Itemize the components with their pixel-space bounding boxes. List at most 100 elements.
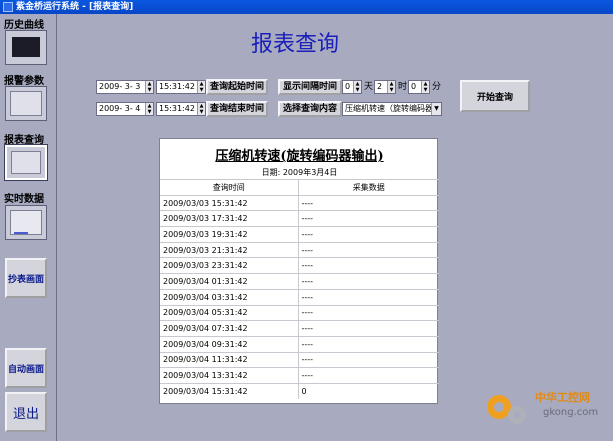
collected-data-cell: ---- <box>298 351 439 368</box>
interval-days-value: 0 <box>345 82 351 91</box>
query-time-cell: 2009/03/04 09:31:42 <box>160 335 299 353</box>
interval-hours-value: 2 <box>377 82 383 91</box>
end-date-picker[interactable]: 2009- 3- 4 ▲ ▼ <box>96 102 154 116</box>
collected-data-cell: ---- <box>298 367 439 384</box>
query-time-cell: 2009/03/04 07:31:42 <box>160 320 299 337</box>
auto-screen-button[interactable]: 自动画面 <box>5 348 47 388</box>
collected-data-cell: ---- <box>298 320 439 337</box>
table-row: 2009/03/03 23:31:42 ---- <box>160 257 439 274</box>
copy-table-button[interactable]: 抄表画面 <box>5 258 47 298</box>
sidebar-item-alarm-params[interactable] <box>5 86 47 121</box>
collected-data-cell: ---- <box>298 210 439 227</box>
watermark-text: 中华工控网 <box>535 391 590 404</box>
collected-data-cell: ---- <box>298 335 439 353</box>
unit-minute-label: 分 <box>432 82 442 92</box>
column-header-collected-data: 采集数据 <box>298 179 439 196</box>
select-content-button[interactable]: 选择查询内容 <box>278 101 342 117</box>
start-time-spin-icon[interactable]: ▲ ▼ <box>197 81 205 93</box>
query-time-cell: 2009/03/03 15:31:42 <box>160 194 299 211</box>
collected-data-cell: ---- <box>298 194 439 211</box>
table-row: 2009/03/03 19:31:42 ---- <box>160 226 439 243</box>
report-date-value: 2009年3月4日 <box>282 168 338 177</box>
gear-logo-icon <box>487 395 526 424</box>
interval-minutes-spin-icon[interactable]: ▲ ▼ <box>421 81 429 93</box>
table-header-row: 查询时间 采集数据 <box>160 179 439 196</box>
history-curve-thumbnail-icon <box>12 37 40 57</box>
start-time-value: 15:31:42 <box>159 82 195 91</box>
query-time-cell: 2009/03/04 13:31:42 <box>160 367 299 384</box>
column-header-query-time: 查询时间 <box>160 179 299 196</box>
exit-button[interactable]: 退出 <box>5 392 47 432</box>
collected-data-cell: ---- <box>298 288 439 305</box>
unit-day-label: 天 <box>364 82 374 92</box>
run-query-button[interactable]: 开始查询 <box>460 80 530 112</box>
report-panel: 压缩机转速(旋转编码器输出) 日期: 2009年3月4日 查询时间 采集数据 2… <box>159 138 439 404</box>
report-query-thumbnail-icon <box>11 151 41 174</box>
collected-data-cell: ---- <box>298 226 439 243</box>
sidebar-label-realtime-data: 实时数据 <box>4 194 44 205</box>
table-row: 2009/03/04 09:31:42 ---- <box>160 335 439 353</box>
end-time-spin-icon[interactable]: ▲ ▼ <box>197 103 205 115</box>
window-title: 紫金桥运行系统 - [报表查询] <box>16 2 134 12</box>
start-date-value: 2009- 3- 3 <box>99 82 141 91</box>
interval-days-spin-icon[interactable]: ▲ ▼ <box>353 81 361 93</box>
end-time-picker[interactable]: 15:31:42 ▲ ▼ <box>156 102 206 116</box>
page-title: 报表查询 <box>251 32 340 57</box>
interval-hours-input[interactable]: 2 ▲ ▼ <box>374 80 396 94</box>
sidebar-item-history-curve[interactable] <box>5 30 47 65</box>
sidebar: 历史曲线 报警参数 报表查询 实时数据 抄表画面 自动画面 退出 <box>0 14 57 441</box>
query-time-cell: 2009/03/03 23:31:42 <box>160 257 299 274</box>
end-date-value: 2009- 3- 4 <box>99 104 141 113</box>
sidebar-label-history-curve: 历史曲线 <box>4 20 44 31</box>
interval-hours-spin-icon[interactable]: ▲ ▼ <box>387 81 395 93</box>
sidebar-item-realtime-data[interactable] <box>5 205 47 240</box>
sidebar-label-report-query: 报表查询 <box>4 135 44 146</box>
table-row: 2009/03/03 21:31:42 ---- <box>160 241 439 258</box>
watermark: 中华工控网 gkong.com <box>477 381 613 441</box>
unit-hour-label: 时 <box>398 82 408 92</box>
table-row: 2009/03/04 13:31:42 ---- <box>160 367 439 384</box>
report-date: 日期: 2009年3月4日 <box>160 167 439 178</box>
main-panel: 报表查询 2009- 3- 3 ▲ ▼ 15:31:42 ▲ ▼ 查询起始时间 20… <box>58 14 613 441</box>
start-date-picker[interactable]: 2009- 3- 3 ▲ ▼ <box>96 80 154 94</box>
start-date-spin-icon[interactable]: ▲ ▼ <box>145 81 153 93</box>
display-interval-button[interactable]: 显示间隔时间 <box>278 79 342 95</box>
query-time-cell: 2009/03/04 03:31:42 <box>160 288 299 305</box>
table-row: 2009/03/03 15:31:42 ---- <box>160 194 439 211</box>
chevron-down-icon[interactable]: ▼ <box>431 103 441 115</box>
query-time-cell: 2009/03/03 21:31:42 <box>160 241 299 258</box>
table-row: 2009/03/03 17:31:42 ---- <box>160 210 439 227</box>
realtime-data-bar-icon <box>14 232 28 234</box>
report-table-body: 2009/03/03 15:31:42 ---- 2009/03/03 17:31:… <box>160 194 439 400</box>
sidebar-item-report-query[interactable] <box>4 144 48 181</box>
query-end-time-button[interactable]: 查询结束时间 <box>206 101 268 117</box>
end-date-spin-icon[interactable]: ▲ ▼ <box>145 103 153 115</box>
app-icon <box>3 2 13 12</box>
content-select[interactable]: 压缩机转速（旋转编码器 ▼ <box>342 102 442 116</box>
table-row: 2009/03/04 11:31:42 ---- <box>160 351 439 368</box>
table-row: 2009/03/04 07:31:42 ---- <box>160 320 439 337</box>
report-date-label: 日期: <box>261 168 281 177</box>
interval-days-input[interactable]: 0 ▲ ▼ <box>342 80 362 94</box>
interval-minutes-input[interactable]: 0 ▲ ▼ <box>408 80 430 94</box>
report-title: 压缩机转速(旋转编码器输出) <box>215 149 384 164</box>
table-row: 2009/03/04 15:31:42 0 <box>160 382 439 400</box>
collected-data-cell: ---- <box>298 273 439 290</box>
watermark-url: gkong.com <box>543 407 599 418</box>
start-time-picker[interactable]: 15:31:42 ▲ ▼ <box>156 80 206 94</box>
interval-minutes-value: 0 <box>411 82 417 91</box>
table-row: 2009/03/04 03:31:42 ---- <box>160 288 439 305</box>
table-row: 2009/03/04 01:31:42 ---- <box>160 273 439 290</box>
collected-data-cell: ---- <box>298 257 439 274</box>
report-table: 查询时间 采集数据 2009/03/03 15:31:42 ---- 2009/03… <box>160 179 439 400</box>
alarm-params-thumbnail-icon <box>10 91 42 116</box>
query-time-cell: 2009/03/03 19:31:42 <box>160 226 299 243</box>
query-time-cell: 2009/03/03 17:31:42 <box>160 210 299 227</box>
collected-data-cell: 0 <box>298 382 439 400</box>
window-titlebar: 紫金桥运行系统 - [报表查询] <box>0 0 613 14</box>
query-time-cell: 2009/03/04 01:31:42 <box>160 273 299 290</box>
query-start-time-button[interactable]: 查询起始时间 <box>206 79 268 95</box>
query-time-cell: 2009/03/04 15:31:42 <box>160 382 299 400</box>
sidebar-label-alarm-params: 报警参数 <box>4 76 44 87</box>
query-time-cell: 2009/03/04 05:31:42 <box>160 304 299 321</box>
